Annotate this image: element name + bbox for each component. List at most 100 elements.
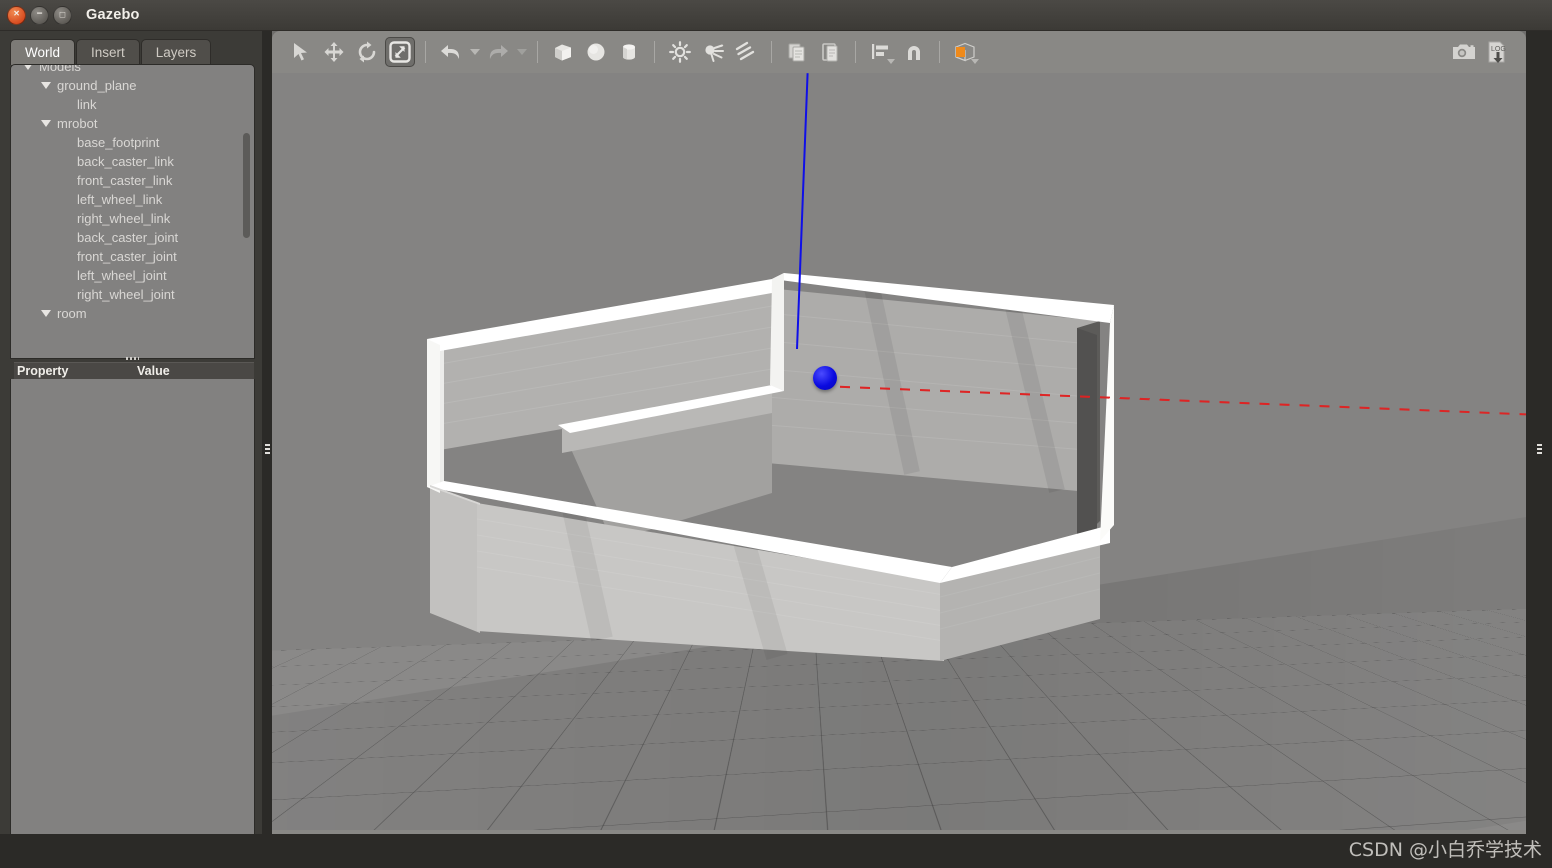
splitter-grip-icon: [265, 444, 270, 455]
tab-insert[interactable]: Insert: [76, 39, 140, 65]
snap-icon[interactable]: [899, 37, 929, 67]
window-title: Gazebo: [86, 7, 140, 23]
chevron-down-icon[interactable]: [41, 120, 51, 127]
tab-world-label: World: [25, 45, 60, 60]
tree-item-link[interactable]: link: [11, 95, 255, 114]
window-controls: × − □: [0, 6, 72, 25]
cylinder-icon[interactable]: [614, 37, 644, 67]
toolbar-separator: [425, 41, 426, 63]
toolbar-separator: [537, 41, 538, 63]
copy-icon[interactable]: [782, 37, 812, 67]
panel-tabs: World Insert Layers: [10, 37, 211, 65]
world-tree-list: Models ground_plane link mrobot base_foo…: [11, 64, 255, 323]
left-splitter[interactable]: [262, 31, 272, 868]
view-angle-dropdown-caret[interactable]: [971, 59, 979, 64]
point-light-icon[interactable]: [665, 37, 695, 67]
view-angle-icon[interactable]: [950, 37, 980, 67]
tree-item-label: back_caster_joint: [77, 230, 178, 245]
rotate-icon[interactable]: [352, 37, 382, 67]
room-geometry: [272, 73, 1526, 830]
redo-dropdown-caret[interactable]: [517, 49, 527, 55]
translate-icon[interactable]: [319, 37, 349, 67]
tree-item-label: back_caster_link: [77, 154, 174, 169]
tree-item-label: front_caster_link: [77, 173, 172, 188]
render-area: LOG: [272, 31, 1526, 868]
tree-item-front-caster-joint[interactable]: front_caster_joint: [11, 247, 255, 266]
robot-marker-sphere[interactable]: [813, 366, 837, 390]
splitter-grip-icon: [126, 357, 139, 360]
tree-item-label: room: [57, 306, 87, 321]
right-splitter[interactable]: [1526, 31, 1552, 868]
tab-world[interactable]: World: [10, 39, 75, 65]
directional-light-icon[interactable]: [731, 37, 761, 67]
screenshot-camera-icon[interactable]: [1449, 37, 1479, 67]
chevron-down-icon[interactable]: [41, 310, 51, 317]
tree-item-ground-plane[interactable]: ground_plane: [11, 76, 255, 95]
close-glyph: ×: [14, 10, 20, 20]
tree-item-label: Models: [39, 64, 81, 74]
svg-text:LOG: LOG: [1491, 46, 1506, 53]
tree-item-label: base_footprint: [77, 135, 159, 150]
tree-item-label: right_wheel_joint: [77, 287, 175, 302]
toolbar-separator: [771, 41, 772, 63]
paste-icon[interactable]: [815, 37, 845, 67]
window-bottom-strip: [0, 834, 1552, 868]
property-column-header: Property: [17, 364, 137, 378]
room-model[interactable]: [272, 73, 1526, 830]
tree-item-label: left_wheel_joint: [77, 268, 167, 283]
tree-item-label: ground_plane: [57, 78, 137, 93]
minimize-icon[interactable]: −: [30, 6, 49, 25]
redo-icon[interactable]: [483, 37, 513, 67]
watermark: CSDN @小白乔学技术: [1349, 835, 1542, 862]
tree-item-label: link: [77, 97, 97, 112]
tree-item-left-wheel-link[interactable]: left_wheel_link: [11, 190, 255, 209]
property-table-header: Property Value: [14, 362, 254, 379]
tree-scrollbar[interactable]: [243, 133, 250, 238]
tree-item-label: left_wheel_link: [77, 192, 162, 207]
log-record-icon[interactable]: LOG: [1482, 37, 1512, 67]
toolbar-separator: [855, 41, 856, 63]
tab-insert-label: Insert: [91, 45, 125, 60]
value-column-header: Value: [137, 364, 170, 378]
chevron-down-icon[interactable]: [23, 64, 33, 70]
box-icon[interactable]: [548, 37, 578, 67]
chevron-down-icon[interactable]: [41, 82, 51, 89]
align-icon[interactable]: [866, 37, 896, 67]
undo-dropdown-caret[interactable]: [470, 49, 480, 55]
tree-item-models[interactable]: Models: [11, 64, 255, 76]
tree-item-room[interactable]: room: [11, 304, 255, 323]
tree-item-base-footprint[interactable]: base_footprint: [11, 133, 255, 152]
maximize-icon[interactable]: □: [53, 6, 72, 25]
tree-item-label: front_caster_joint: [77, 249, 177, 264]
tree-item-back-caster-joint[interactable]: back_caster_joint: [11, 228, 255, 247]
align-dropdown-caret[interactable]: [887, 59, 895, 64]
property-table-body[interactable]: [10, 379, 255, 859]
scale-icon[interactable]: [385, 37, 415, 67]
3d-viewport[interactable]: [272, 73, 1526, 830]
tree-item-label: mrobot: [57, 116, 97, 131]
panel-splitter-handle[interactable]: [10, 354, 255, 362]
gazebo-window: × − □ Gazebo World Insert Layers Models …: [0, 0, 1552, 868]
tree-item-back-caster-link[interactable]: back_caster_link: [11, 152, 255, 171]
main-toolbar: LOG: [272, 31, 1526, 73]
undo-icon[interactable]: [436, 37, 466, 67]
title-bar: × − □ Gazebo: [0, 0, 1552, 31]
toolbar-separator: [654, 41, 655, 63]
sphere-icon[interactable]: [581, 37, 611, 67]
tree-item-label: right_wheel_link: [77, 211, 170, 226]
world-tree[interactable]: Models ground_plane link mrobot base_foo…: [10, 64, 255, 359]
tree-item-right-wheel-joint[interactable]: right_wheel_joint: [11, 285, 255, 304]
tab-layers[interactable]: Layers: [141, 39, 212, 65]
tree-item-left-wheel-joint[interactable]: left_wheel_joint: [11, 266, 255, 285]
tree-item-right-wheel-link[interactable]: right_wheel_link: [11, 209, 255, 228]
left-panel: World Insert Layers Models ground_plane: [0, 31, 262, 868]
toolbar-separator: [939, 41, 940, 63]
close-icon[interactable]: ×: [7, 6, 26, 25]
tree-item-front-caster-link[interactable]: front_caster_link: [11, 171, 255, 190]
maximize-glyph: □: [60, 10, 65, 19]
splitter-grip-icon: [1537, 444, 1542, 455]
minimize-glyph: −: [37, 10, 43, 20]
tree-item-mrobot[interactable]: mrobot: [11, 114, 255, 133]
select-arrow-icon[interactable]: [286, 37, 316, 67]
spot-light-icon[interactable]: [698, 37, 728, 67]
